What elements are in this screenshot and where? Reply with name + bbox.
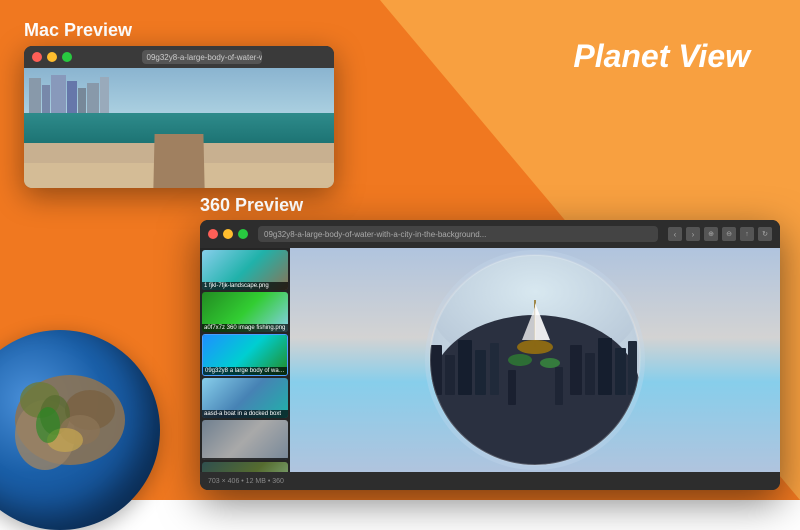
thumbnail-4[interactable]: aasd-a boat in a docked boxt	[202, 378, 288, 418]
main-view-360	[290, 248, 780, 472]
maximize-dot[interactable]	[62, 52, 72, 62]
thumb-label-3: 09g32y8 a large body of water	[203, 367, 287, 375]
globe-land	[0, 330, 160, 530]
mac-titlebar: 09g32y8-a-large-body-of-water-with-a-c..…	[24, 46, 334, 68]
mac-url-bar: 09g32y8-a-large-body-of-water-with-a-c..…	[142, 50, 262, 64]
forward-icon[interactable]: ›	[686, 227, 700, 241]
bottom-bar-text: 703 × 406 • 12 MB • 360	[208, 478, 284, 485]
close-button-360[interactable]	[208, 229, 218, 239]
close-dot[interactable]	[32, 52, 42, 62]
thumbnail-3[interactable]: 09g32y8 a large body of water	[202, 334, 288, 376]
minimize-button-360[interactable]	[223, 229, 233, 239]
back-icon[interactable]: ‹	[668, 227, 682, 241]
window-360: 09g32y8-a-large-body-of-water-with-a-cit…	[200, 220, 780, 490]
zoom-in-icon[interactable]: ⊕	[704, 227, 718, 241]
thumb-label-2: a0f7x7z 360 image fishing.png	[202, 324, 288, 332]
mac-preview-window: 09g32y8-a-large-body-of-water-with-a-c..…	[24, 46, 334, 188]
minimize-dot[interactable]	[47, 52, 57, 62]
thumbnail-5[interactable]	[202, 420, 288, 460]
mac-preview-image	[24, 68, 334, 188]
thumb-label-4: aasd-a boat in a docked boxt	[202, 410, 288, 418]
bottom-bar-360: 703 × 406 • 12 MB • 360	[200, 472, 780, 490]
zoom-out-icon[interactable]: ⊖	[722, 227, 736, 241]
preview-360-label: 360 Preview	[200, 195, 303, 216]
rotate-icon[interactable]: ↻	[758, 227, 772, 241]
titlebar-360: 09g32y8-a-large-body-of-water-with-a-cit…	[200, 220, 780, 248]
maximize-button-360[interactable]	[238, 229, 248, 239]
planet-view-title: Planet View	[573, 38, 750, 75]
thumb-label-1: 1 fjkl-7fjk-landscape.png	[202, 282, 288, 290]
titlebar-360-url: 09g32y8-a-large-body-of-water-with-a-cit…	[258, 226, 658, 242]
share-icon[interactable]: ↑	[740, 227, 754, 241]
globe	[0, 330, 160, 530]
mac-titlebar-center: 09g32y8-a-large-body-of-water-with-a-c..…	[77, 50, 326, 64]
thumbnail-1[interactable]: 1 fjkl-7fjk-landscape.png	[202, 250, 288, 290]
mac-preview-label: Mac Preview	[24, 20, 132, 41]
sidebar-360[interactable]: 1 fjkl-7fjk-landscape.png a0f7x7z 360 im…	[200, 248, 290, 472]
thumbnail-2[interactable]: a0f7x7z 360 image fishing.png	[202, 292, 288, 332]
thumbnail-6[interactable]: v68k8274-planet-water-mountai...	[202, 462, 288, 472]
window-360-body: 1 fjkl-7fjk-landscape.png a0f7x7z 360 im…	[200, 248, 780, 472]
titlebar-actions: ‹ › ⊕ ⊖ ↑ ↻	[668, 227, 772, 241]
thumb-label-5	[202, 458, 288, 460]
